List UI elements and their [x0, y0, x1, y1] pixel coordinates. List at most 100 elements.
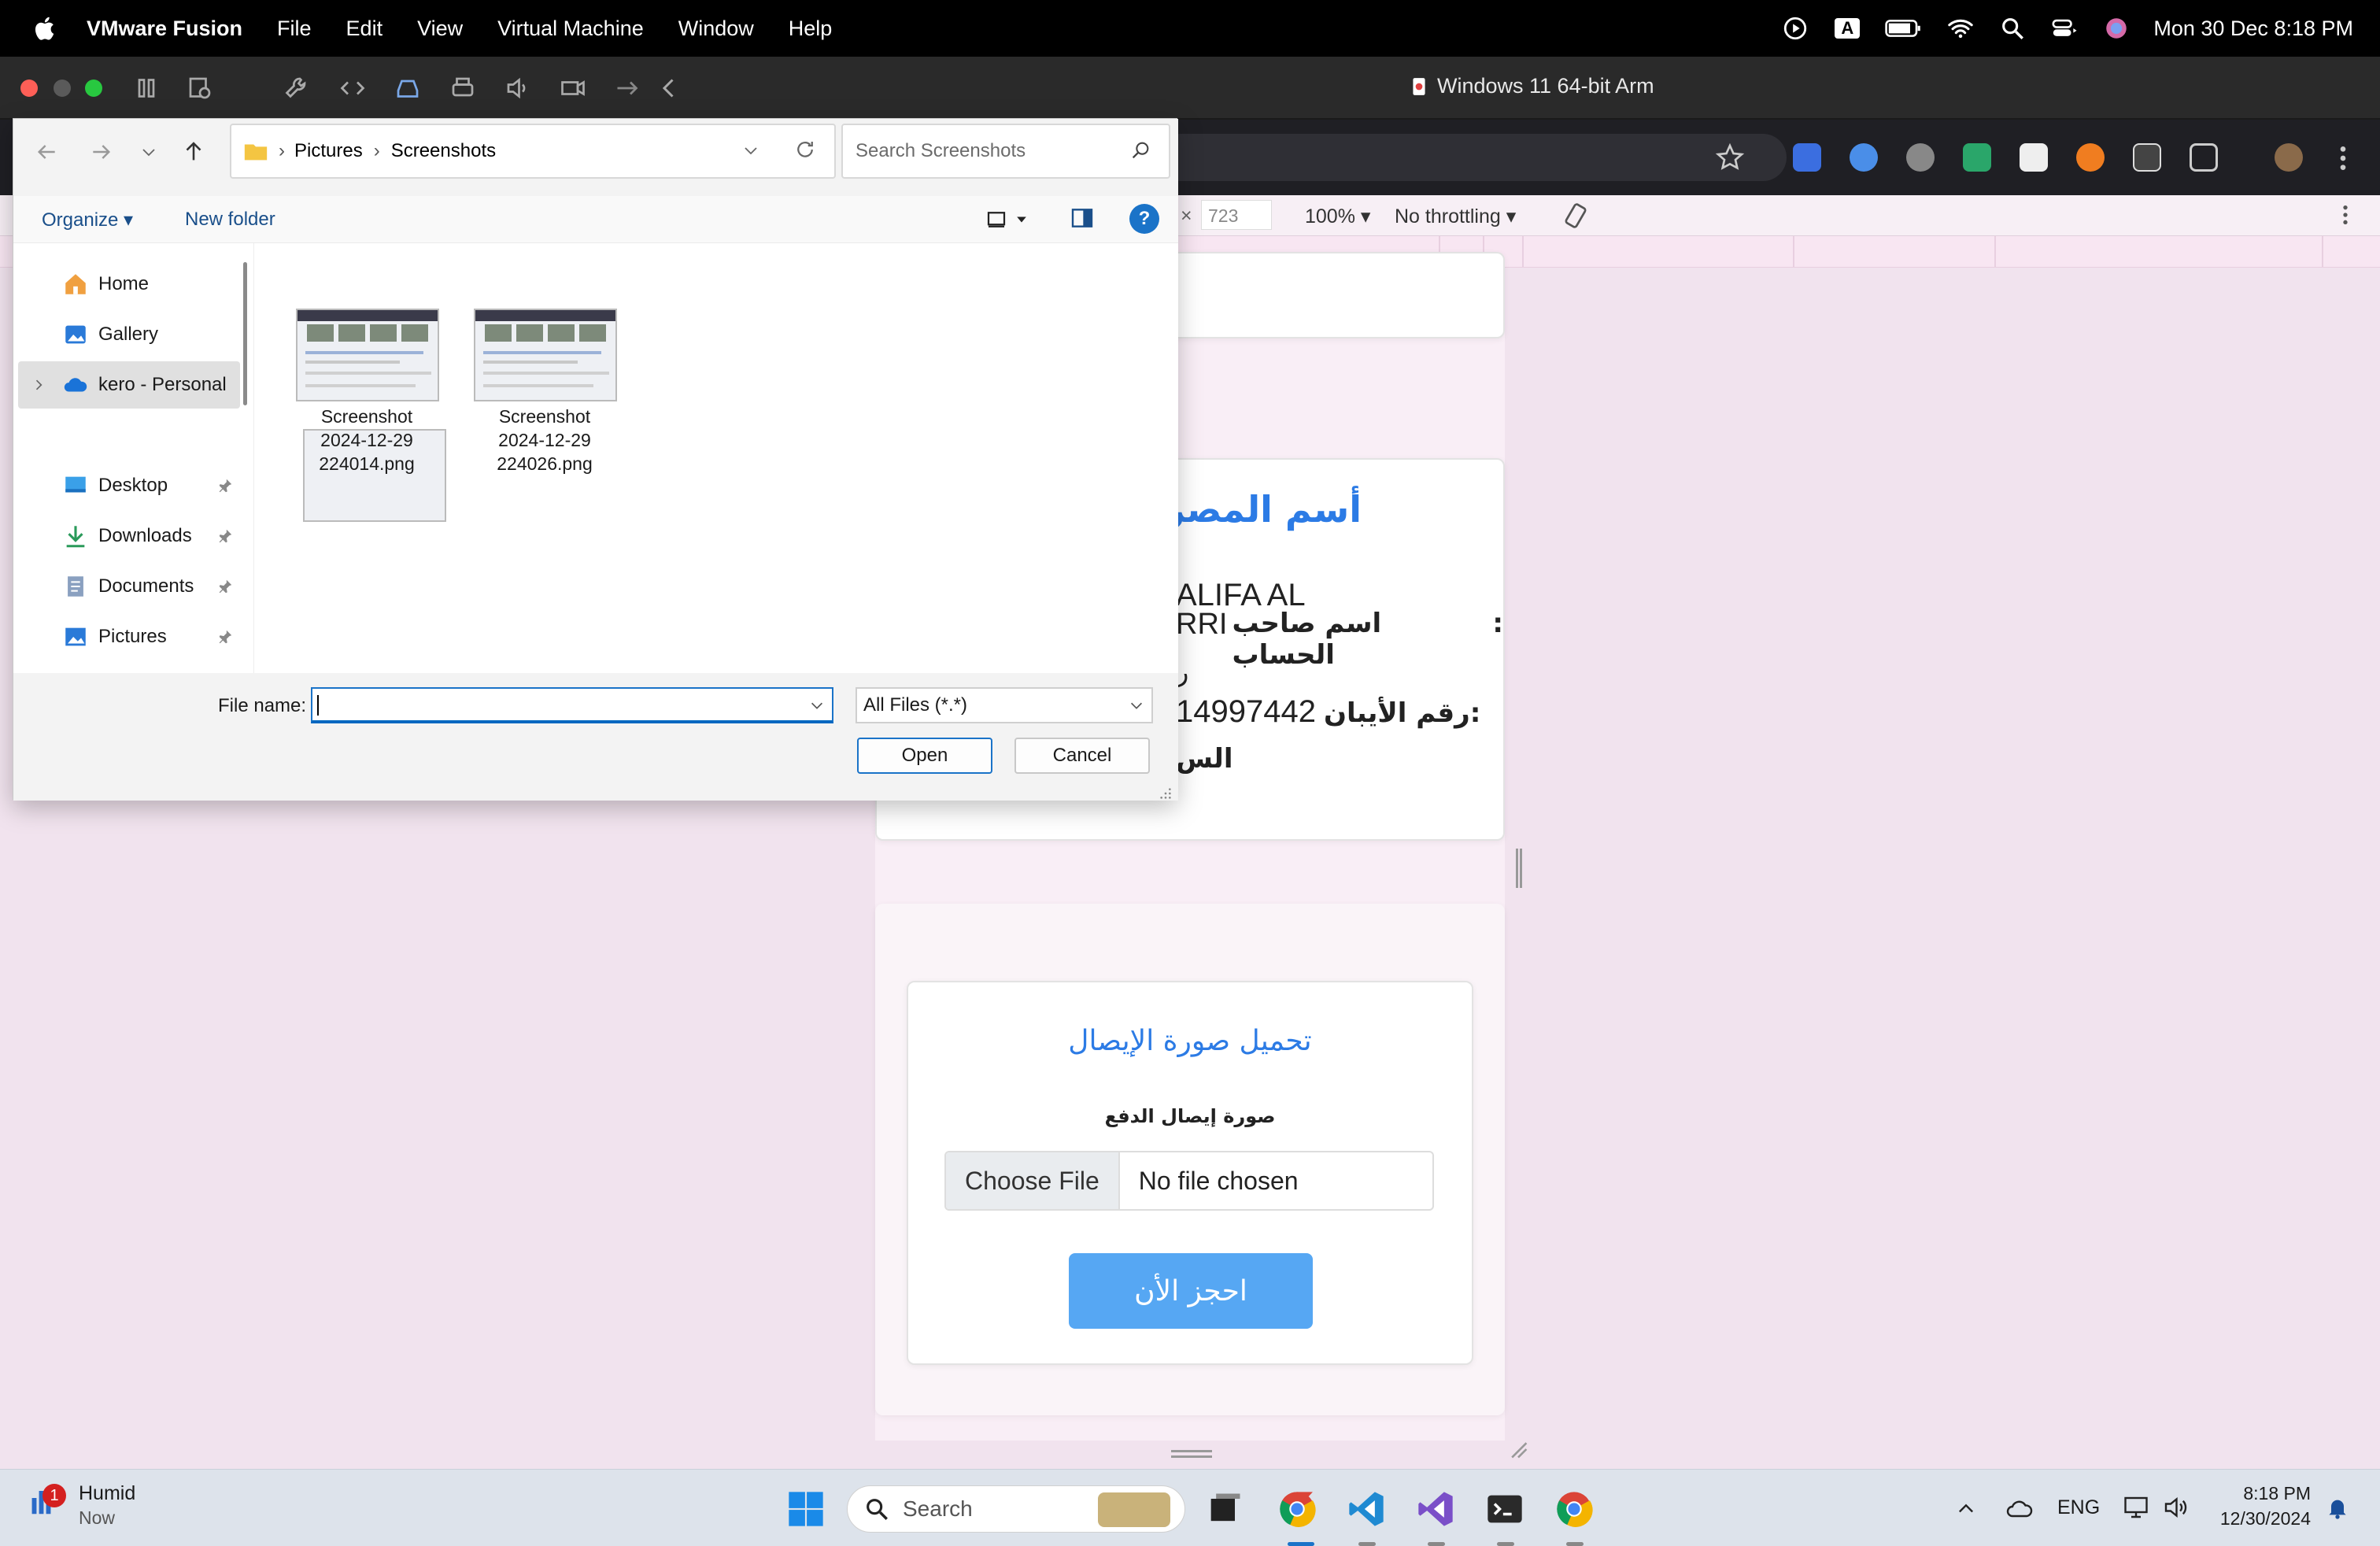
vscode-icon[interactable] [1344, 1487, 1388, 1531]
usb-icon[interactable] [614, 74, 642, 102]
extension-shield-icon[interactable] [1793, 143, 1821, 172]
rotate-icon[interactable] [1561, 202, 1590, 230]
printer-icon[interactable] [449, 74, 477, 102]
pause-icon[interactable] [132, 74, 161, 102]
address-chevron-down-icon[interactable] [741, 141, 762, 161]
menu-view[interactable]: View [417, 17, 463, 41]
chrome-menu-icon[interactable] [2339, 145, 2350, 172]
height-input[interactable]: 723 [1201, 200, 1272, 230]
pin-icon[interactable] [216, 628, 234, 645]
organize-menu[interactable]: Organize ▾ [42, 209, 133, 231]
menu-help[interactable]: Help [789, 17, 833, 41]
dialog-resize-grip-icon[interactable] [1159, 783, 1173, 799]
file-item-2[interactable]: Screenshot 2024-12-29 224026.png [471, 309, 628, 490]
volume-icon[interactable] [2161, 1493, 2191, 1523]
back-arrow-icon[interactable] [34, 139, 62, 168]
zoom-select[interactable]: 100% ▾ [1305, 205, 1370, 228]
profile-avatar[interactable] [2275, 143, 2303, 172]
control-center-icon[interactable] [2049, 13, 2079, 43]
file-input[interactable]: Choose File No file chosen [944, 1151, 1434, 1211]
devtools-more-icon[interactable] [2342, 203, 2350, 227]
minimize-window-button[interactable] [54, 80, 71, 97]
chevron-up-icon[interactable] [1955, 1498, 1979, 1522]
extension-circle-icon[interactable] [1850, 143, 1878, 172]
task-view-icon[interactable] [1203, 1487, 1247, 1531]
wifi-icon[interactable] [1946, 13, 1975, 43]
breadcrumb-pictures[interactable]: Pictures [294, 140, 363, 162]
help-icon[interactable]: ? [1129, 204, 1159, 234]
file-name-chevron-down-icon[interactable] [808, 697, 827, 716]
address-bar[interactable]: › Pictures › Screenshots [230, 124, 836, 179]
extension-mail-icon[interactable] [1963, 143, 1991, 172]
battery-icon[interactable] [1884, 13, 1924, 43]
zoom-window-button[interactable] [85, 80, 102, 97]
notification-bell-icon[interactable] [2325, 1495, 2352, 1522]
file-type-select[interactable]: All Files (*.*) [856, 687, 1153, 723]
bookmark-star-icon[interactable] [1714, 142, 1746, 173]
menu-file[interactable]: File [277, 17, 312, 41]
sidebar-item-pictures[interactable]: Pictures [13, 613, 242, 660]
network-icon[interactable] [2122, 1493, 2152, 1523]
file-item-1[interactable]: Screenshot 2024-12-29 224014.png [293, 309, 450, 490]
code-arrows-icon[interactable] [338, 74, 367, 102]
visual-studio-icon[interactable] [1414, 1487, 1458, 1531]
resize-corner-icon[interactable] [1508, 1439, 1528, 1459]
choose-file-button[interactable]: Choose File [946, 1152, 1120, 1209]
wrench-icon[interactable] [283, 74, 312, 102]
snapshot-icon[interactable] [186, 74, 214, 102]
terminal-icon[interactable] [1483, 1487, 1527, 1531]
windows-start-icon[interactable] [784, 1487, 828, 1531]
sidebar-item-gallery[interactable]: Gallery [13, 311, 242, 358]
resize-handle-horizontal[interactable] [1171, 1450, 1212, 1458]
cancel-button[interactable]: Cancel [1014, 738, 1150, 774]
siri-icon[interactable] [2101, 13, 2131, 43]
preview-pane-icon[interactable] [1070, 205, 1098, 234]
apple-icon[interactable] [31, 14, 60, 43]
chevron-left-icon[interactable] [655, 74, 683, 102]
sidebar-item-home[interactable]: Home [13, 261, 242, 308]
onedrive-tray-icon[interactable] [2005, 1495, 2037, 1523]
refresh-icon[interactable] [793, 138, 819, 163]
taskbar-clock[interactable]: 8:18 PM 12/30/2024 [2208, 1481, 2311, 1531]
app-name[interactable]: VMware Fusion [87, 17, 242, 41]
up-arrow-icon[interactable] [180, 138, 209, 166]
weather-title[interactable]: Humid [79, 1482, 135, 1505]
input-source-icon[interactable]: A [1832, 13, 1862, 43]
speaker-icon[interactable] [504, 74, 532, 102]
pin-icon[interactable] [216, 578, 234, 595]
breadcrumb-screenshots[interactable]: Screenshots [391, 140, 496, 162]
menu-virtual-machine[interactable]: Virtual Machine [497, 17, 644, 41]
sidebar-item-onedrive[interactable]: kero - Personal [18, 361, 240, 409]
search-icon[interactable] [1129, 139, 1153, 163]
close-window-button[interactable] [20, 80, 38, 97]
weather-widget-icon[interactable]: 1 [24, 1484, 71, 1531]
chrome-taskbar-icon[interactable] [1275, 1487, 1319, 1531]
throttling-select[interactable]: No throttling ▾ [1395, 205, 1516, 228]
sidebar-item-downloads[interactable]: Downloads [13, 512, 242, 560]
chevron-right-icon[interactable] [31, 377, 46, 393]
sidebar-item-desktop[interactable]: Desktop [13, 462, 242, 509]
taskbar-search[interactable]: Search [847, 1485, 1185, 1533]
camera-icon[interactable] [559, 74, 587, 102]
play-circle-icon[interactable] [1780, 13, 1810, 43]
menubar-clock[interactable]: Mon 30 Dec 8:18 PM [2153, 17, 2353, 41]
menu-window[interactable]: Window [678, 17, 754, 41]
chrome-secondary-icon[interactable] [1552, 1487, 1596, 1531]
extension-notion-icon[interactable] [2020, 143, 2048, 172]
sidebar-item-documents[interactable]: Documents [13, 563, 242, 610]
extension-a-icon[interactable] [1906, 143, 1935, 172]
spotlight-search-icon[interactable] [1998, 13, 2027, 43]
pin-icon[interactable] [216, 477, 234, 494]
search-input[interactable]: Search Screenshots [841, 124, 1170, 179]
drive-icon[interactable] [394, 74, 422, 102]
book-now-button[interactable]: احجز الأن [1069, 1253, 1313, 1329]
new-folder-button[interactable]: New folder [185, 209, 275, 231]
view-options-icon[interactable] [985, 205, 1035, 234]
file-name-input[interactable] [311, 687, 833, 723]
language-indicator[interactable]: ENG [2057, 1496, 2100, 1519]
chrome-omnibox[interactable] [1157, 134, 1787, 181]
extension-orange-icon[interactable] [2076, 143, 2105, 172]
open-button[interactable]: Open [857, 738, 992, 774]
pin-icon[interactable] [216, 527, 234, 545]
forward-arrow-icon[interactable] [89, 139, 117, 168]
